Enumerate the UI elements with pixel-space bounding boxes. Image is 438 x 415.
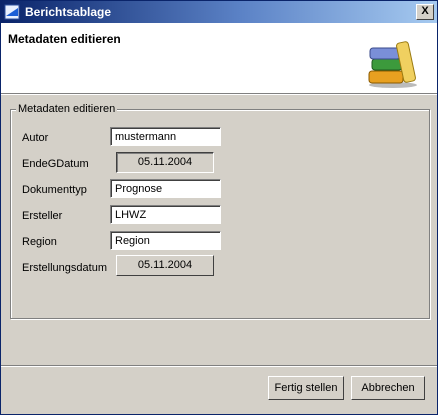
finish-button[interactable]: Fertig stellen bbox=[268, 376, 344, 400]
app-icon bbox=[4, 4, 20, 20]
ende-g-datum-button[interactable]: 05.11.2004 bbox=[116, 152, 214, 173]
ersteller-label: Ersteller bbox=[22, 210, 63, 222]
window-title: Berichtsablage bbox=[25, 5, 112, 19]
ersteller-field[interactable]: LHWZ bbox=[110, 205, 221, 224]
region-field[interactable]: Region bbox=[110, 231, 221, 250]
wizard-banner: Metadaten editieren bbox=[1, 23, 437, 94]
autor-label: Autor bbox=[22, 132, 49, 144]
banner-title: Metadaten editieren bbox=[8, 32, 121, 46]
dokumenttyp-field[interactable]: Prognose bbox=[110, 179, 221, 198]
erstellungsdatum-button[interactable]: 05.11.2004 bbox=[116, 255, 214, 276]
erstellungsdatum-label: Erstellungsdatum bbox=[22, 262, 107, 274]
autor-field[interactable]: mustermann bbox=[110, 127, 221, 146]
metadata-group-legend: Metadaten editieren bbox=[16, 103, 118, 115]
title-bar[interactable]: Berichtsablage X bbox=[1, 1, 437, 23]
ende-g-datum-label: EndeGDatum bbox=[22, 158, 89, 170]
banner-separator bbox=[1, 94, 437, 95]
dokumenttyp-label: Dokumenttyp bbox=[22, 184, 87, 196]
footer-separator bbox=[1, 365, 437, 367]
dialog-window: Berichtsablage X Metadaten editieren Met… bbox=[0, 0, 438, 415]
close-button[interactable]: X bbox=[416, 4, 434, 20]
cancel-button[interactable]: Abbrechen bbox=[351, 376, 425, 400]
books-icon bbox=[368, 41, 417, 88]
region-label: Region bbox=[22, 236, 57, 248]
